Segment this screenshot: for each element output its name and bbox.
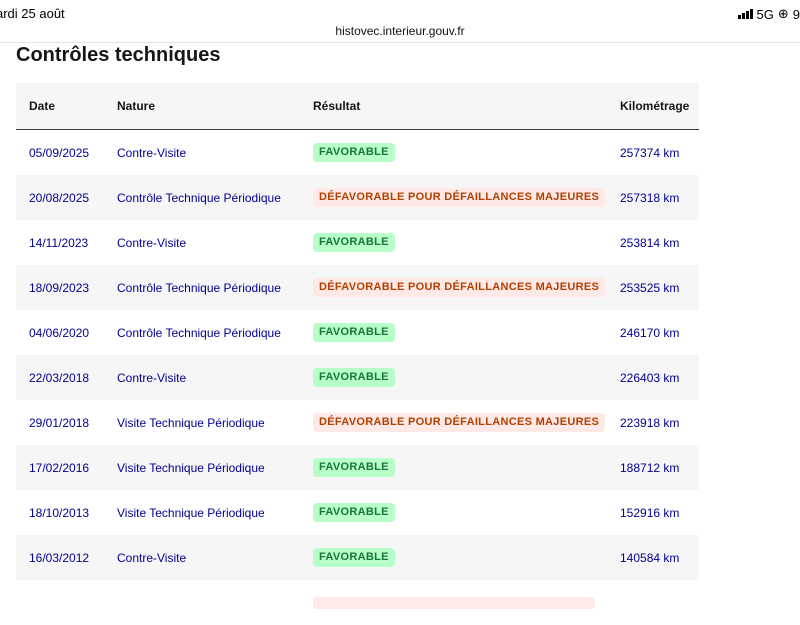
header-nature: Nature xyxy=(117,99,156,113)
row-result: FAVORABLE xyxy=(313,535,395,580)
table-row: 18/09/2023 Contrôle Technique Périodique D… xyxy=(16,265,699,310)
page-title: Contrôles techniques xyxy=(16,44,221,66)
status-badge: DÉFAVORABLE POUR DÉFAILLANCES MAJEURES xyxy=(313,278,606,297)
table-row xyxy=(16,580,699,625)
row-nature: Contre-Visite xyxy=(117,145,187,160)
table-row: 05/09/2025 Contre-Visite FAVORABLE 257374 k… xyxy=(16,130,699,175)
header-date: Date xyxy=(29,99,56,113)
row-date: 04/06/2020 xyxy=(29,325,90,340)
row-mileage: 223918 km xyxy=(620,415,680,430)
row-mileage: 246170 km xyxy=(620,325,680,340)
row-nature: Contrôle Technique Périodique xyxy=(117,190,281,205)
table-row: 20/08/2025 Contrôle Technique Périodique D… xyxy=(16,175,699,220)
status-badge: FAVORABLE xyxy=(313,323,395,342)
row-nature: Contre-Visite xyxy=(117,370,187,385)
table-row: 22/03/2018 Contre-Visite FAVORABLE 226403 k… xyxy=(16,355,699,400)
status-badge: FAVORABLE xyxy=(313,143,395,162)
header-result: Résultat xyxy=(313,99,361,113)
row-date: 29/01/2018 xyxy=(29,415,90,430)
row-date: 22/03/2018 xyxy=(29,370,90,385)
row-result: FAVORABLE xyxy=(313,220,395,265)
row-mileage: 226403 km xyxy=(620,370,680,385)
row-date: 18/10/2013 xyxy=(29,505,90,520)
row-result: DÉFAVORABLE POUR DÉFAILLANCES MAJEURES xyxy=(313,175,606,220)
row-mileage: 257318 km xyxy=(620,190,680,205)
row-result: FAVORABLE xyxy=(313,445,395,490)
table-row: 18/10/2013 Visite Technique Périodique FAV… xyxy=(16,490,699,535)
status-badge: FAVORABLE xyxy=(313,458,395,477)
row-date: 20/08/2025 xyxy=(29,190,90,205)
row-date: 18/09/2023 xyxy=(29,280,90,295)
status-badge: DÉFAVORABLE POUR DÉFAILLANCES MAJEURES xyxy=(313,413,606,432)
inspections-table: Date Nature Résultat Kilométrage 05/09/2… xyxy=(16,83,699,625)
row-date: 16/03/2012 xyxy=(29,550,90,565)
row-nature: Visite Technique Périodique xyxy=(117,505,265,520)
status-badge: FAVORABLE xyxy=(313,503,395,522)
divider xyxy=(0,42,800,43)
row-result: FAVORABLE xyxy=(313,130,395,175)
table-row: 04/06/2020 Contrôle Technique Périodique F… xyxy=(16,310,699,355)
status-badge: DÉFAVORABLE POUR DÉFAILLANCES MAJEURES xyxy=(313,188,606,207)
row-mileage: 253814 km xyxy=(620,235,680,250)
status-right: 5G ⊕ 9 xyxy=(737,6,800,22)
table-body: 05/09/2025 Contre-Visite FAVORABLE 257374 k… xyxy=(16,130,699,625)
signal-icon xyxy=(737,9,753,19)
row-nature: Visite Technique Périodique xyxy=(117,415,265,430)
row-mileage: 257374 km xyxy=(620,145,680,160)
status-badge: FAVORABLE xyxy=(313,548,395,567)
row-mileage: 152916 km xyxy=(620,505,680,520)
row-nature: Contre-Visite xyxy=(117,235,187,250)
header-mileage: Kilométrage xyxy=(620,99,690,113)
table-row: 14/11/2023 Contre-Visite FAVORABLE 253814 k… xyxy=(16,220,699,265)
status-badge: FAVORABLE xyxy=(313,368,395,387)
table-header: Date Nature Résultat Kilométrage xyxy=(16,83,699,130)
table-row: 29/01/2018 Visite Technique Périodique DÉF… xyxy=(16,400,699,445)
network-label: 5G xyxy=(756,6,774,22)
row-result: FAVORABLE xyxy=(313,355,395,400)
row-nature: Contre-Visite xyxy=(117,550,187,565)
row-date: 05/09/2025 xyxy=(29,145,90,160)
row-nature: Contrôle Technique Périodique xyxy=(117,280,281,295)
status-time: ardi 25 août xyxy=(0,6,65,21)
row-nature: Visite Technique Périodique xyxy=(117,460,265,475)
address-bar[interactable]: histovec.interieur.gouv.fr xyxy=(0,24,800,42)
row-result: DÉFAVORABLE POUR DÉFAILLANCES MAJEURES xyxy=(313,400,606,445)
row-mileage: 140584 km xyxy=(620,550,680,565)
row-result: DÉFAVORABLE POUR DÉFAILLANCES MAJEURES xyxy=(313,265,606,310)
row-result xyxy=(313,580,595,625)
table-row: 16/03/2012 Contre-Visite FAVORABLE 140584 k… xyxy=(16,535,699,580)
status-badge: FAVORABLE xyxy=(313,233,395,252)
row-result: FAVORABLE xyxy=(313,490,395,535)
row-date: 14/11/2023 xyxy=(29,235,89,250)
table-row: 17/02/2016 Visite Technique Périodique FAV… xyxy=(16,445,699,490)
row-mileage: 188712 km xyxy=(620,460,680,475)
battery-level: 9 xyxy=(792,6,800,22)
orientation-lock-icon: ⊕ xyxy=(777,6,789,21)
row-result: FAVORABLE xyxy=(313,310,395,355)
row-mileage: 253525 km xyxy=(620,280,680,295)
status-bar: ardi 25 août 5G ⊕ 9 xyxy=(0,0,800,26)
status-badge xyxy=(313,596,595,609)
row-nature: Contrôle Technique Périodique xyxy=(117,325,281,340)
row-date: 17/02/2016 xyxy=(29,460,90,475)
